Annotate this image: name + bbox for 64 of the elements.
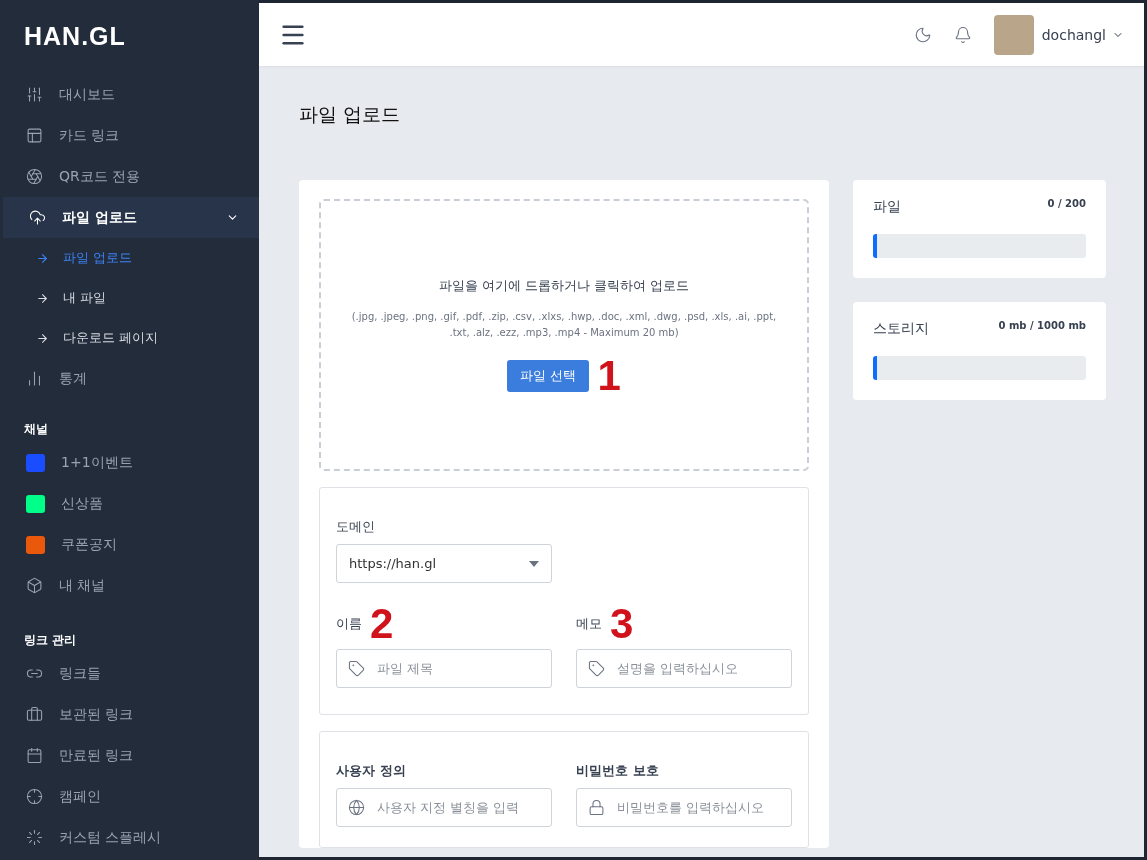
layout-icon (26, 127, 43, 144)
aperture-icon (26, 168, 43, 185)
arrow-icon (36, 251, 49, 265)
sidebar-item[interactable]: QR코드 전용 (0, 156, 259, 197)
section-title: 채널 (23, 421, 49, 438)
moon-icon[interactable] (913, 25, 932, 44)
field-label: 사용자 정의 (336, 762, 407, 780)
arrow-icon (36, 291, 49, 305)
tag-icon (348, 660, 365, 677)
sidebar-subitem[interactable]: 내 파일 (0, 278, 259, 318)
sidebar-item[interactable]: 내 채널 (0, 565, 259, 606)
stat-label: 스토리지 (873, 320, 929, 338)
sidebar-item[interactable]: 쿠폰공지 (0, 524, 259, 565)
stat-label: 파일 (873, 198, 901, 216)
sidebar-item[interactable]: 신상품 (0, 483, 259, 524)
globe-icon (348, 799, 365, 816)
input-field[interactable]: 파일 제목 (336, 649, 552, 688)
sidebar-subitem[interactable]: 다운로드 페이지 (0, 318, 259, 358)
stat-reading: 0 mb / 1000 mb (998, 320, 1086, 331)
input-field[interactable]: 사용자 지정 별칭을 입력 (336, 788, 552, 827)
cube-icon (26, 577, 43, 594)
sidebar-item[interactable]: 파일 업로드 (3, 197, 259, 238)
bar-chart-icon (26, 370, 43, 387)
stat-reading: 0 / 200 (1047, 198, 1086, 209)
field-label: 이름 (336, 615, 362, 633)
annotation-number: 1 (597, 359, 621, 393)
input-field[interactable]: 비밀번호를 입력하십시오 (576, 788, 792, 827)
briefcase-icon (26, 706, 43, 723)
lock-icon (588, 799, 605, 816)
crosshair-icon (26, 788, 43, 805)
calendar-icon (26, 747, 43, 764)
sparkle-icon (26, 829, 43, 846)
dropzone[interactable]: 파일을 여기에 드롭하거나 클릭하여 업로드 (.jpg, .jpeg, .png, .gif, .pdf, .zip, .csv, .xlxs, .hwp, .doc, .xml, .dwg, .psd, .xls, .ai, .ppt, .txt, .alz, .ezz, .mp3, .mp4 - Maximum 20 mb) 파일 선택 1 (319, 199, 809, 471)
sidebar-item[interactable]: 커스텀 스플레시 (0, 817, 259, 858)
sidebar-item[interactable]: 보관된 링크 (0, 694, 259, 735)
user-menu[interactable]: dochangl (993, 14, 1124, 55)
page-title: 파일 업로드 (299, 102, 402, 127)
dropdown-triangle-icon (529, 560, 539, 567)
format-list: (.jpg, .jpeg, .png, .gif, .pdf, .zip, .csv, .xlxs, .hwp, .doc, .xml, .dwg, .psd, .xls, .ai, .ppt, .txt, .alz, .ezz, .mp3, .mp4 - Maximum 20 mb) (351, 309, 777, 341)
tag-icon (588, 660, 605, 677)
arrow-icon (36, 331, 49, 345)
sliders-icon (26, 86, 43, 103)
field-label: 메모 (576, 615, 602, 633)
sidebar-item[interactable]: 만료된 링크 (0, 735, 259, 776)
field-label: 비밀번호 보호 (576, 762, 660, 780)
cloud-upload-icon (29, 209, 46, 226)
field-label: 도메인 (336, 518, 376, 536)
domain-select[interactable]: https://han.gl (336, 544, 552, 583)
sidebar-item[interactable]: 통계 (0, 358, 259, 399)
annotation-number: 3 (610, 607, 634, 641)
sidebar-item[interactable]: 링크들 (0, 653, 259, 694)
input-field[interactable]: 설명을 입력하십시오 (576, 649, 792, 688)
avatar-placeholder (993, 14, 1034, 55)
bell-icon[interactable] (953, 25, 972, 44)
sidebar-item[interactable]: 카드 링크 (0, 115, 259, 156)
sidebar-item[interactable]: 1+1이벤트 (0, 442, 259, 483)
sidebar-subitem[interactable]: 파일 업로드 (0, 238, 259, 278)
annotation-number: 2 (370, 607, 394, 641)
sidebar-item[interactable]: 대시보드 (0, 74, 259, 115)
section-title: 링크 관리 (23, 632, 78, 649)
sidebar-item[interactable]: 캠페인 (0, 776, 259, 817)
logo[interactable]: HAN.GL (0, 0, 259, 74)
choose-file-button[interactable]: 파일 선택 (507, 360, 590, 392)
dropzone-title: 파일을 여기에 드롭하거나 클릭하여 업로드 (438, 277, 690, 295)
